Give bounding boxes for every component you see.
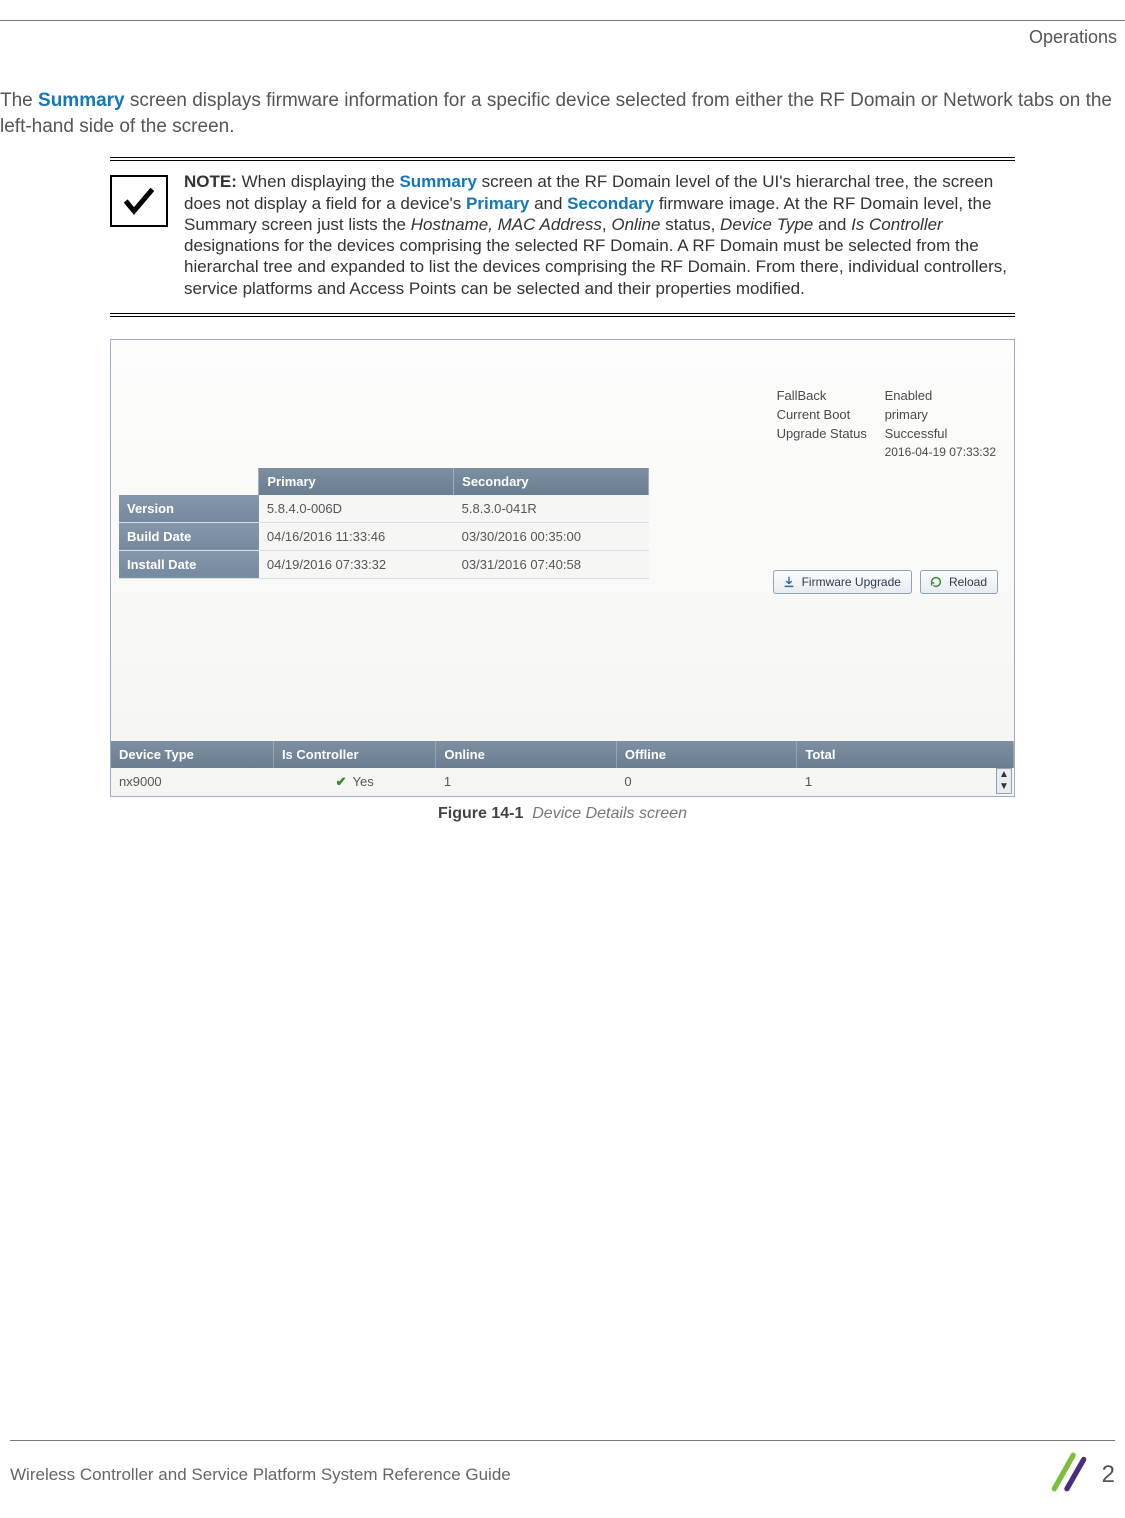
section-title: Operations	[0, 27, 1125, 88]
current-boot-value: primary	[885, 407, 996, 422]
fallback-label: FallBack	[777, 388, 877, 403]
device-summary-table: Device Type Is Controller Online Offline…	[111, 741, 1014, 796]
download-icon	[782, 575, 796, 589]
footer-guide-title: Wireless Controller and Service Platform…	[10, 1465, 511, 1485]
table-row: Build Date 04/16/2016 11:33:46 03/30/201…	[119, 522, 649, 550]
intro-summary-word: Summary	[38, 90, 125, 111]
intro-paragraph: The Summary screen displays firmware inf…	[0, 88, 1125, 149]
firmware-upgrade-button[interactable]: Firmware Upgrade	[773, 570, 912, 594]
cell-offline: 0	[616, 768, 797, 796]
figure-title: Device Details screen	[532, 805, 687, 822]
intro-pre: The	[0, 90, 38, 111]
scroll-down-icon[interactable]: ▼	[997, 781, 1011, 793]
upgrade-status-label: Upgrade Status	[777, 426, 877, 441]
status-panel: FallBack Enabled Current Boot primary Up…	[777, 388, 996, 459]
cell-is-controller: Yes	[353, 774, 374, 789]
current-boot-label: Current Boot	[777, 407, 877, 422]
device-details-figure: FallBack Enabled Current Boot primary Up…	[110, 339, 1015, 797]
upgrade-status-value: Successful	[885, 426, 996, 441]
row-version-primary: 5.8.4.0-006D	[259, 495, 454, 523]
fallback-value: Enabled	[885, 388, 996, 403]
firmware-upgrade-label: Firmware Upgrade	[802, 575, 901, 589]
reload-button[interactable]: Reload	[920, 570, 998, 594]
row-install-primary: 04/19/2016 07:33:32	[259, 550, 454, 578]
table-row: nx9000 ✔ Yes 1 0 1	[111, 768, 1014, 796]
col-total: Total	[797, 741, 1014, 768]
checkmark-icon	[110, 175, 168, 227]
note-text: NOTE: When displaying the Summary screen…	[184, 171, 1015, 299]
note-block: NOTE: When displaying the Summary screen…	[110, 157, 1015, 317]
row-build-secondary: 03/30/2016 00:35:00	[454, 522, 649, 550]
reload-label: Reload	[949, 575, 987, 589]
table-row: Install Date 04/19/2016 07:33:32 03/31/2…	[119, 550, 649, 578]
upgrade-timestamp: 2016-04-19 07:33:32	[885, 445, 996, 459]
row-version-secondary: 5.8.3.0-041R	[454, 495, 649, 523]
row-version-label: Version	[119, 495, 259, 523]
page-number: 2	[1102, 1461, 1115, 1489]
col-is-controller: Is Controller	[273, 741, 435, 768]
cell-total: 1	[797, 768, 1014, 796]
reload-icon	[929, 575, 943, 589]
figure-label: Figure 14-1	[438, 805, 523, 822]
col-online: Online	[436, 741, 617, 768]
row-build-label: Build Date	[119, 522, 259, 550]
row-install-label: Install Date	[119, 550, 259, 578]
scroll-up-icon[interactable]: ▲	[997, 769, 1011, 781]
logo-slash-icon	[1048, 1451, 1090, 1498]
col-device-type: Device Type	[111, 741, 273, 768]
row-build-primary: 04/16/2016 11:33:46	[259, 522, 454, 550]
row-install-secondary: 03/31/2016 07:40:58	[454, 550, 649, 578]
col-offline: Offline	[616, 741, 797, 768]
intro-post: screen displays firmware information for…	[0, 90, 1112, 137]
table-row: Version 5.8.4.0-006D 5.8.3.0-041R	[119, 495, 649, 523]
cell-device-type: nx9000	[111, 768, 273, 796]
cell-online: 1	[436, 768, 617, 796]
note-label: NOTE:	[184, 172, 237, 191]
figure-caption: Figure 14-1 Device Details screen	[0, 805, 1125, 823]
check-icon: ✔	[336, 774, 347, 790]
firmware-table: Primary Secondary Version 5.8.4.0-006D 5…	[119, 468, 649, 579]
col-secondary: Secondary	[454, 468, 649, 495]
col-primary: Primary	[259, 468, 454, 495]
scrollbar[interactable]: ▲ ▼	[996, 768, 1012, 794]
